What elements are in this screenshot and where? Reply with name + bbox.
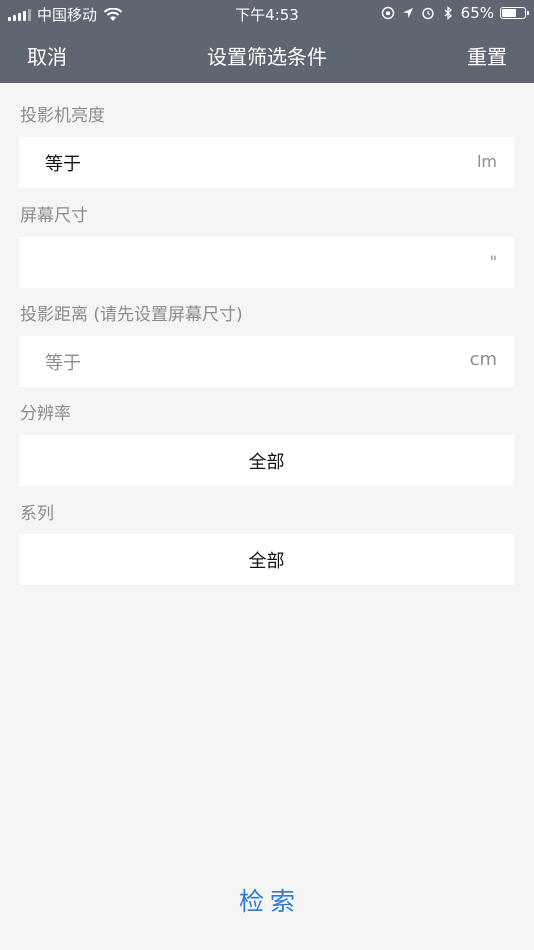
series-selector[interactable]: 全部 bbox=[19, 534, 514, 585]
series-label: 系列 bbox=[20, 504, 54, 524]
header: 中国移动 下午4:53 65% 取消 设置筛选条件 重置 bbox=[0, 0, 534, 83]
status-left: 中国移动 bbox=[8, 4, 123, 25]
signal-strength-icon bbox=[8, 8, 31, 21]
screen-size-label: 屏幕尺寸 bbox=[20, 206, 88, 226]
brightness-comparator[interactable]: 等于 bbox=[45, 150, 81, 176]
resolution-label: 分辨率 bbox=[20, 404, 71, 424]
resolution-value: 全部 bbox=[248, 452, 285, 473]
page-title: 设置筛选条件 bbox=[207, 45, 327, 69]
wifi-icon bbox=[103, 7, 123, 21]
battery-fill bbox=[502, 9, 516, 17]
search-button[interactable]: 检索 bbox=[0, 882, 534, 918]
brightness-label: 投影机亮度 bbox=[20, 106, 105, 126]
alarm-icon bbox=[421, 7, 434, 20]
status-bar: 中国移动 下午4:53 65% bbox=[0, 0, 534, 28]
cancel-button[interactable]: 取消 bbox=[27, 41, 67, 70]
resolution-selector[interactable]: 全部 bbox=[19, 435, 514, 486]
projection-distance-unit: cm bbox=[469, 349, 497, 370]
series-value: 全部 bbox=[248, 551, 285, 572]
search-button-label: 检索 bbox=[238, 887, 301, 916]
screen-size-field[interactable]: " bbox=[19, 237, 514, 288]
battery-percent: 65% bbox=[460, 4, 494, 22]
projection-distance-label: 投影距离 (请先设置屏幕尺寸) bbox=[20, 305, 243, 325]
rotation-lock-icon bbox=[381, 6, 394, 20]
bluetooth-icon bbox=[444, 6, 452, 20]
projection-distance-comparator[interactable]: 等于 bbox=[45, 349, 81, 375]
battery-icon bbox=[500, 7, 529, 19]
projection-distance-field[interactable]: 等于 cm bbox=[19, 336, 514, 387]
status-right: 65% bbox=[381, 4, 529, 22]
reset-button[interactable]: 重置 bbox=[467, 41, 507, 70]
brightness-unit: lm bbox=[476, 152, 497, 171]
nav-bar: 取消 设置筛选条件 重置 bbox=[0, 34, 534, 74]
screen-size-unit: " bbox=[489, 252, 497, 271]
brightness-field[interactable]: 等于 lm bbox=[19, 137, 514, 188]
location-icon bbox=[402, 8, 413, 18]
carrier-name: 中国移动 bbox=[37, 6, 98, 24]
